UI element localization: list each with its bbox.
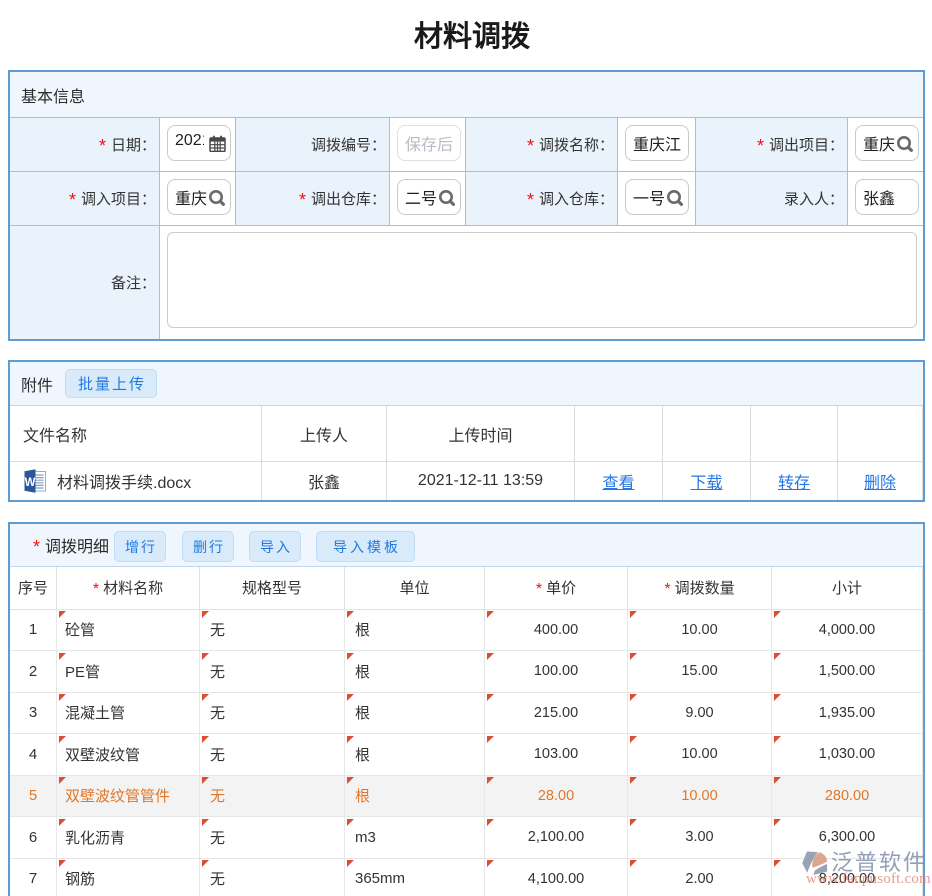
svg-text:W: W — [25, 477, 36, 489]
